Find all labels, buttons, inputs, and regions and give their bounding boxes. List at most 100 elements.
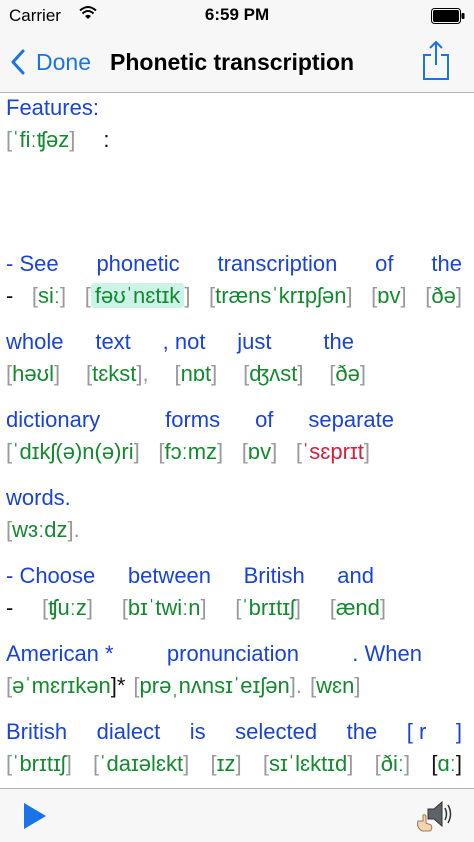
ipa-row: [ˈfiːʧəz] : — [6, 125, 462, 155]
bracket: ] — [200, 595, 207, 620]
ipa-row: - [siː] [fəʊˈnɛtɪk] [trænsˈkrɪpʃən] [ɒv]… — [6, 281, 462, 311]
english-word: separate — [308, 407, 394, 432]
english-word: words. — [6, 485, 71, 510]
text-line: American * pronunciation . When [əˈmɛrɪk… — [6, 639, 462, 701]
ipa-row: [həʊl] [tɛkst], [nɒt] [ʤʌst] [ðə] — [6, 359, 366, 389]
ipa-word[interactable]: ˈbrɪtɪʃ — [241, 595, 295, 620]
bracket: ] — [455, 751, 462, 776]
text-line: dictionary forms of separate — [6, 405, 394, 435]
english-word: just — [237, 329, 272, 354]
bracket: ] — [294, 595, 302, 620]
ipa-word[interactable]: ænd — [336, 595, 380, 620]
bracket: ] — [403, 751, 411, 776]
bracket: ] — [217, 439, 224, 464]
ipa-word-highlighted[interactable]: fəʊˈnɛtɪk — [90, 283, 185, 308]
bracket: ] — [363, 439, 370, 464]
english-word: [ r — [406, 719, 427, 744]
bracket: ] — [211, 361, 218, 386]
ipa-word[interactable]: ˈbrɪtɪʃ — [12, 751, 66, 776]
done-label: Done — [36, 48, 91, 75]
text-line: British dialect is selected the [ r ] [ˈ… — [6, 717, 462, 779]
ipa-word[interactable]: wɛn — [316, 673, 354, 698]
english-word: and — [337, 563, 374, 588]
ipa-word-unknown[interactable]: ˈsɛprɪt — [302, 439, 364, 464]
bracket: ] — [297, 361, 304, 386]
ipa-word[interactable]: fɔːmz — [164, 439, 217, 464]
english-word: - See — [6, 251, 59, 276]
english-word: , not — [162, 329, 206, 354]
ipa-word[interactable]: sɪˈlɛktɪd — [269, 751, 347, 776]
english-word: forms — [165, 407, 221, 432]
english-word: of — [255, 407, 274, 432]
ipa-word[interactable]: ʧuːz — [48, 595, 87, 620]
ipa-word[interactable]: nɒt — [181, 361, 212, 386]
ipa-word[interactable]: ɑː — [437, 751, 455, 776]
ipa-word[interactable]: trænsˈkrɪpʃən — [215, 283, 346, 308]
text-line-ipa: [ˈdɪkʃ(ə)n(ə)ri] [fɔːmz] [ɒv] [ˈsɛprɪt] — [6, 437, 370, 467]
share-icon[interactable] — [422, 39, 450, 83]
ipa-word[interactable]: ðə — [335, 361, 359, 386]
english-word: dialect — [96, 719, 161, 744]
bracket: ] — [183, 751, 190, 776]
ipa-word[interactable]: ɒv — [377, 283, 400, 308]
ipa-punct: - — [6, 595, 14, 620]
ipa-word[interactable]: ʤʌst — [249, 361, 297, 386]
english-word: pronunciation — [166, 641, 299, 666]
english-word: transcription — [217, 251, 338, 276]
transcription-content[interactable]: Features: [ˈfiːʧəz] : - See phonetic tra… — [0, 93, 474, 788]
play-icon[interactable] — [22, 801, 48, 831]
text-line: - See phonetic transcription of the - [s… — [6, 249, 462, 311]
ipa-row: [əˈmɛrɪkən]* [prəˌnʌnsɪˈeɪʃən]. [wɛn] — [6, 671, 462, 701]
ipa-word[interactable]: əˈmɛrɪkən — [12, 673, 111, 698]
done-button[interactable]: Done — [10, 46, 91, 78]
bracket: [ — [84, 283, 91, 308]
text-line: Features: [ˈfiːʧəz] : — [6, 93, 462, 155]
bracket: ] — [271, 439, 278, 464]
text-line: whole text , not just the — [6, 327, 354, 357]
ipa-word[interactable]: ðiː — [381, 751, 404, 776]
bracket: ] — [354, 673, 361, 698]
ipa-punct: : — [103, 127, 110, 152]
ipa-word[interactable]: ˈfiːʧəz — [12, 127, 69, 153]
bracket: ], — [136, 361, 149, 386]
bracket: ] — [455, 283, 462, 308]
english-word: text — [95, 329, 131, 354]
ipa-word[interactable]: bɪˈtwiːn — [128, 595, 201, 620]
text-line: - Choose between British and — [6, 561, 374, 591]
ipa-word[interactable]: ɒv — [248, 439, 271, 464]
bracket: ] — [86, 595, 94, 620]
bracket: ] — [54, 361, 61, 386]
english-word: between — [127, 563, 212, 588]
chevron-left-icon — [11, 49, 25, 75]
bracket: ] — [65, 751, 72, 776]
ipa-word[interactable]: ˈdaɪəlɛkt — [99, 751, 183, 776]
english-word: selected — [235, 719, 318, 744]
ipa-word[interactable]: həʊl — [12, 361, 54, 386]
ipa-word[interactable]: prəˌnʌnsɪˈeɪʃən — [140, 673, 290, 698]
ipa-row: [ˈbrɪtɪʃ] [ˈdaɪəlɛkt] [ɪz] [sɪˈlɛktɪd] [… — [6, 749, 462, 779]
ipa-word[interactable]: siː — [38, 283, 60, 308]
english-word: the — [431, 251, 462, 276]
english-row: Features: — [6, 93, 462, 123]
battery-icon — [431, 8, 465, 24]
bracket: ] — [60, 283, 67, 308]
bracket: ] — [184, 283, 191, 308]
english-word: is — [189, 719, 206, 744]
english-word: British — [243, 563, 305, 588]
bottom-toolbar — [0, 788, 474, 842]
english-row: British dialect is selected the [ r ] — [6, 717, 462, 747]
english-row: words. — [6, 483, 462, 513]
english-word: Features: — [6, 95, 99, 120]
ipa-word[interactable]: ðə — [431, 283, 455, 308]
english-word: . When — [352, 641, 422, 666]
bracket: ] — [359, 361, 366, 386]
english-row: whole text , not just the — [6, 327, 354, 357]
ipa-word[interactable]: tɛkst — [92, 361, 136, 386]
english-word: phonetic — [96, 251, 180, 276]
ipa-word[interactable]: ˈdɪkʃ(ə)n(ə)ri — [12, 439, 134, 464]
speaker-icon[interactable] — [414, 795, 456, 835]
ipa-word[interactable]: ɪz — [217, 751, 236, 776]
english-word: British — [6, 719, 68, 744]
english-word: ] — [455, 719, 462, 744]
ipa-word[interactable]: wɜːdz — [12, 517, 67, 543]
